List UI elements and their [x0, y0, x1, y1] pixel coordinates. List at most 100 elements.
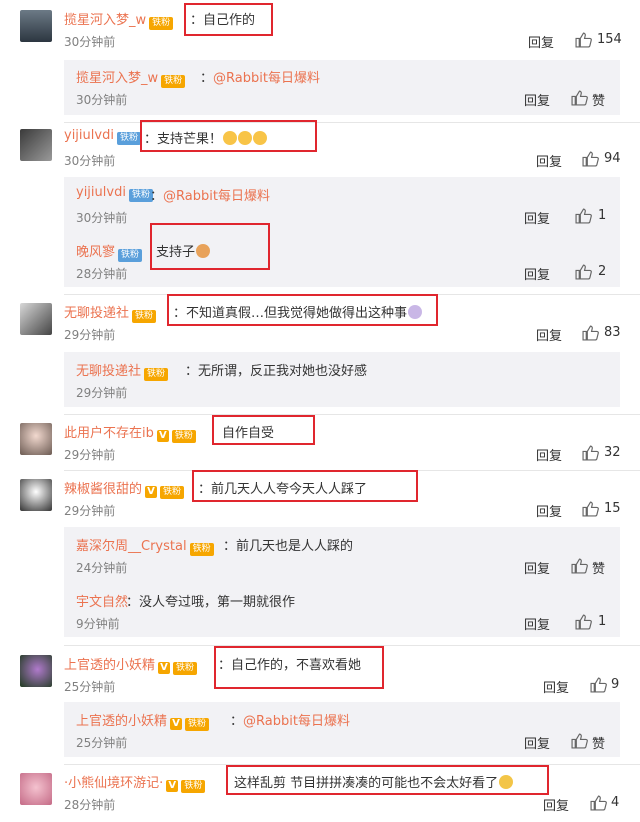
fan-badge-icon: 铁粉	[160, 486, 185, 499]
like-button[interactable]	[575, 207, 592, 228]
like-count: 1	[598, 208, 607, 223]
thumbs-up-icon	[582, 501, 599, 517]
verified-icon: V	[166, 780, 179, 792]
reply-button[interactable]: 回复	[524, 733, 550, 752]
reply-username[interactable]: 嘉深尔周__Crystal 铁粉	[76, 535, 214, 556]
like-button[interactable]	[582, 444, 599, 465]
reply-username[interactable]: 宇文自然	[76, 591, 128, 610]
comment-time: 30分钟前	[64, 154, 116, 168]
reply-button[interactable]: 回复	[536, 325, 562, 344]
reply-button[interactable]: 回复	[524, 614, 550, 633]
like-button[interactable]	[590, 676, 607, 697]
like-button[interactable]	[575, 31, 592, 52]
like-button[interactable]	[571, 89, 588, 110]
comment-username[interactable]: ·小熊仙境环游记· V 铁粉	[64, 772, 206, 793]
verified-icon: V	[156, 430, 169, 442]
like-button[interactable]	[582, 150, 599, 171]
comment-username[interactable]: 此用户不存在ib V 铁粉	[64, 422, 196, 443]
avatar[interactable]	[20, 773, 52, 805]
reply-username[interactable]: 揽星河入梦_w 铁粉	[76, 67, 186, 88]
thumbs-up-icon	[571, 90, 588, 106]
highlight-box	[150, 223, 270, 270]
like-button[interactable]	[575, 613, 592, 634]
thumbs-up-icon	[590, 795, 607, 811]
like-count: 83	[604, 325, 621, 340]
fan-badge-icon: 铁粉	[173, 662, 198, 675]
thumbs-up-icon	[590, 677, 607, 693]
like-count: 赞	[592, 562, 606, 577]
comment-list: 揽星河入梦_w 铁粉 ：自己作的 30分钟前 回复 154 揽星河入梦_w 铁粉 ：…	[0, 0, 640, 822]
like-count: 94	[604, 151, 621, 166]
reply-button[interactable]: 回复	[543, 677, 569, 696]
comment-time: 29分钟前	[64, 448, 116, 462]
like-count: 1	[598, 614, 607, 629]
like-button[interactable]	[590, 794, 607, 815]
avatar[interactable]	[20, 303, 52, 335]
thumbs-up-icon	[582, 151, 599, 167]
fan-badge-icon: 铁粉	[161, 75, 186, 88]
like-count: 154	[597, 32, 622, 47]
avatar[interactable]	[20, 423, 52, 455]
reply-time: 28分钟前	[76, 267, 128, 281]
highlight-box	[184, 3, 273, 36]
reply-button[interactable]: 回复	[524, 90, 550, 109]
thumbs-up-icon	[582, 325, 599, 341]
reply-time: 25分钟前	[76, 736, 128, 750]
reply-time: 30分钟前	[76, 93, 128, 107]
avatar[interactable]	[20, 10, 52, 42]
reply-time: 30分钟前	[76, 211, 128, 225]
fan-badge-icon: 铁粉	[149, 17, 174, 30]
thumbs-up-icon	[582, 445, 599, 461]
like-button[interactable]	[582, 500, 599, 521]
reply-button[interactable]: 回复	[536, 445, 562, 464]
reply-text: ：前几天也是人人踩的	[223, 539, 354, 554]
reply-text: ：@Rabbit每日爆料	[150, 189, 270, 204]
avatar[interactable]	[20, 479, 52, 511]
highlight-box	[192, 470, 418, 502]
reply-button[interactable]: 回复	[524, 558, 550, 577]
fan-badge-icon: 铁粉	[118, 249, 143, 262]
reply-username[interactable]: 晚风寥 铁粉	[76, 241, 143, 262]
comment-username[interactable]: 揽星河入梦_w 铁粉	[64, 9, 174, 30]
comment-username[interactable]: yijiulvdi 铁粉	[64, 128, 141, 145]
like-count: 赞	[592, 94, 606, 109]
reply-button[interactable]: 回复	[536, 501, 562, 520]
reply-button[interactable]: 回复	[536, 151, 562, 170]
like-button[interactable]	[571, 732, 588, 753]
highlight-box	[167, 294, 438, 326]
reply-text: ：无所谓，反正我对她也没好感	[185, 364, 368, 379]
comment-username[interactable]: 上官透的小妖精 V 铁粉	[64, 654, 198, 675]
fan-badge-icon: 铁粉	[116, 132, 141, 145]
reply-username[interactable]: 上官透的小妖精 V 铁粉	[76, 710, 210, 731]
reply-time: 24分钟前	[76, 561, 128, 575]
divider	[64, 414, 640, 415]
avatar[interactable]	[20, 129, 52, 161]
highlight-box	[214, 646, 384, 689]
thumbs-up-icon	[575, 32, 592, 48]
like-count: 32	[604, 445, 621, 460]
reply-username[interactable]: 无聊投递社 铁粉	[76, 360, 169, 381]
like-count: 2	[598, 264, 607, 279]
comment-username[interactable]: 无聊投递社 铁粉	[64, 302, 157, 323]
reply-button[interactable]: 回复	[524, 264, 550, 283]
fan-badge-icon: 铁粉	[181, 780, 206, 793]
fan-badge-icon: 铁粉	[132, 310, 157, 323]
reply-time: 9分钟前	[76, 617, 120, 631]
verified-icon: V	[158, 662, 171, 674]
avatar[interactable]	[20, 655, 52, 687]
fan-badge-icon: 铁粉	[171, 430, 196, 443]
like-button[interactable]	[571, 557, 588, 578]
reply-button[interactable]: 回复	[543, 795, 569, 814]
like-button[interactable]	[575, 263, 592, 284]
reply-time: 29分钟前	[76, 386, 128, 400]
like-count: 15	[604, 501, 621, 516]
thumbs-up-icon	[575, 264, 592, 280]
reply-button[interactable]: 回复	[524, 208, 550, 227]
comment-time: 29分钟前	[64, 504, 116, 518]
reply-username[interactable]: yijiulvdi 铁粉	[76, 185, 153, 202]
highlight-box	[212, 415, 315, 445]
like-button[interactable]	[582, 324, 599, 345]
reply-button[interactable]: 回复	[528, 32, 554, 51]
like-count: 赞	[592, 737, 606, 752]
comment-username[interactable]: 辣椒酱很甜的 V 铁粉	[64, 478, 185, 499]
